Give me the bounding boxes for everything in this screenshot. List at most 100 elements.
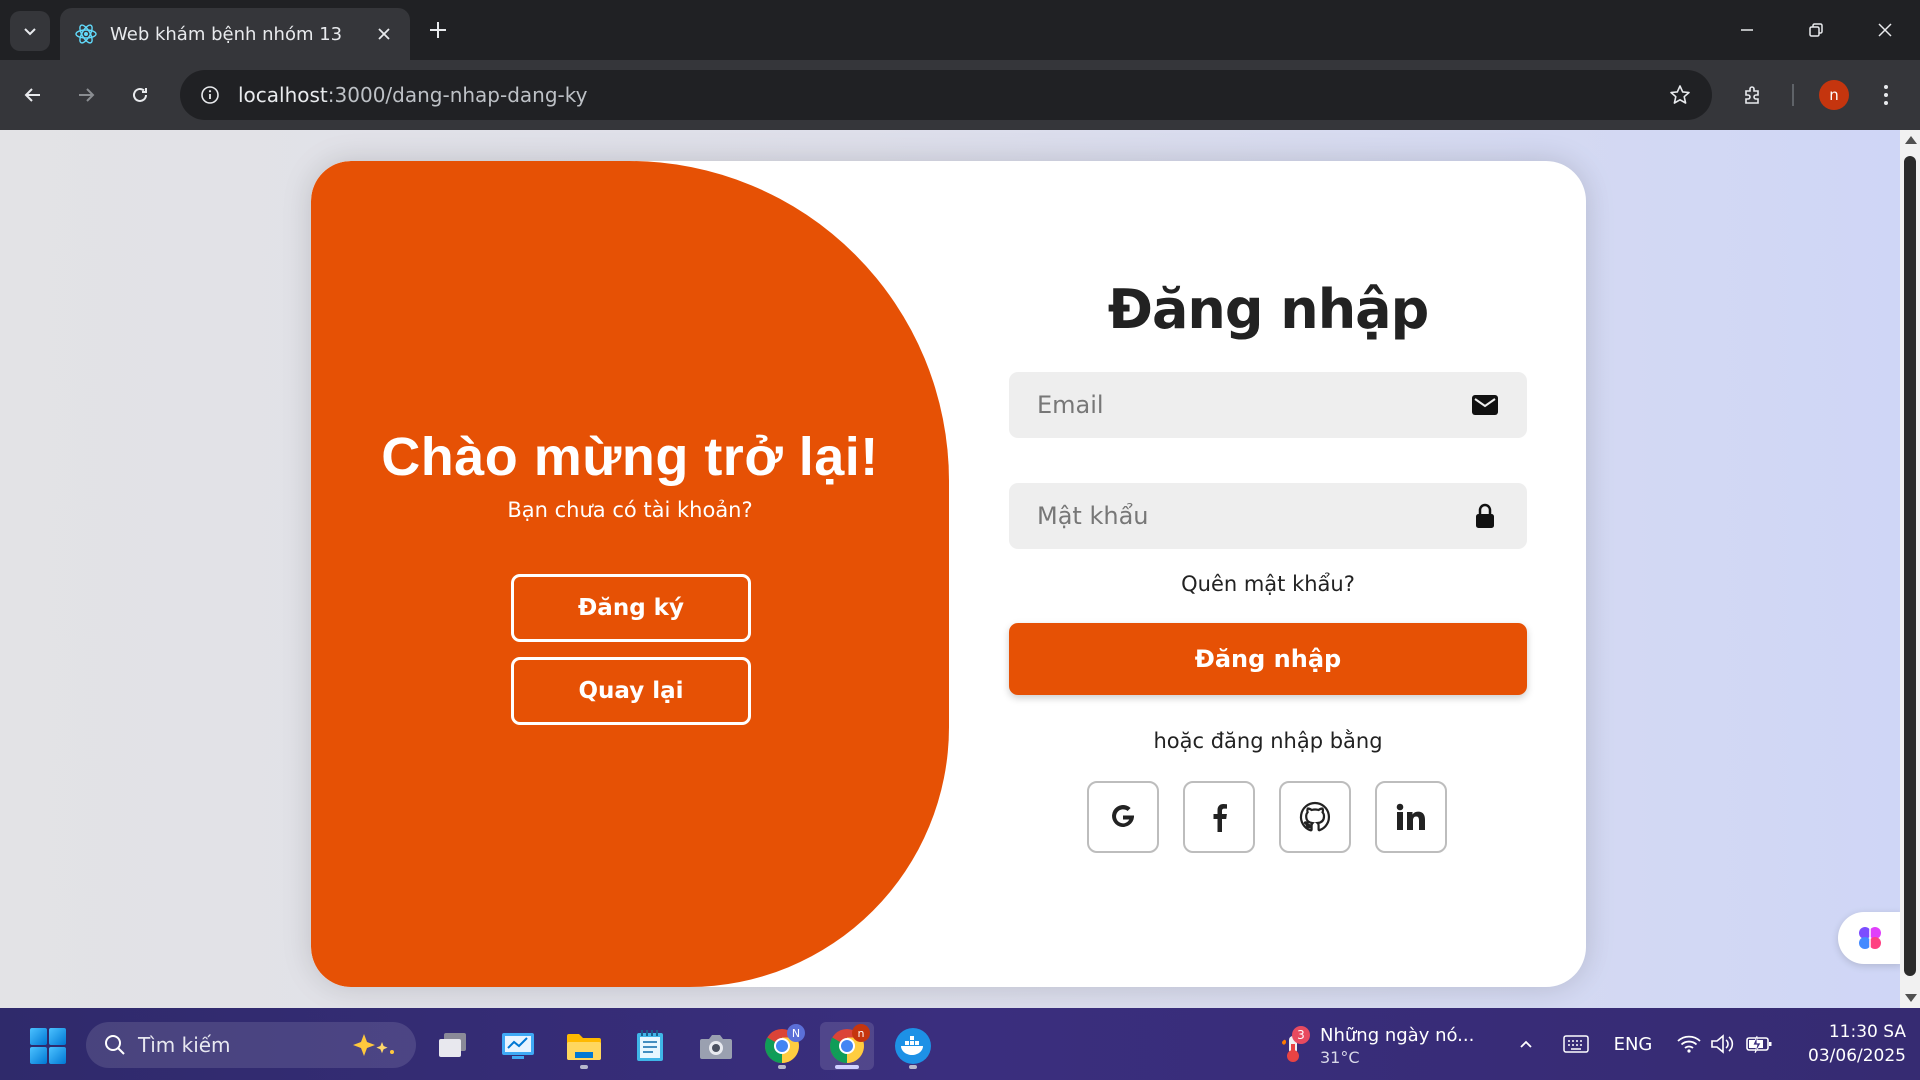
taskbar-app-file-explorer[interactable] bbox=[557, 1022, 611, 1070]
active-indicator bbox=[835, 1065, 859, 1069]
docker-icon bbox=[895, 1028, 931, 1064]
profile-avatar[interactable]: n bbox=[1819, 80, 1849, 110]
email-field[interactable] bbox=[1009, 372, 1527, 438]
volume-icon[interactable] bbox=[1708, 1030, 1736, 1058]
taskbar-app-monitor[interactable] bbox=[491, 1022, 545, 1070]
register-button[interactable]: Đăng ký bbox=[511, 574, 751, 642]
task-view-icon bbox=[439, 1033, 466, 1057]
chrome-profile-badge: N bbox=[787, 1024, 805, 1042]
browser-tab[interactable]: Web khám bệnh nhóm 13 bbox=[60, 8, 410, 60]
task-view-app[interactable] bbox=[426, 1022, 480, 1070]
more-vertical-icon bbox=[1884, 85, 1888, 105]
brain-icon bbox=[1859, 927, 1881, 949]
assistant-button[interactable] bbox=[1838, 912, 1900, 964]
google-icon bbox=[1112, 804, 1134, 827]
site-info-icon[interactable] bbox=[196, 81, 224, 109]
scroll-down-icon[interactable] bbox=[1905, 994, 1917, 1002]
taskbar-search[interactable]: Tìm kiếm bbox=[86, 1022, 416, 1068]
taskbar-app-docker[interactable] bbox=[886, 1022, 940, 1070]
close-icon bbox=[1878, 23, 1892, 37]
browser-menu-button[interactable] bbox=[1868, 77, 1904, 113]
tab-close-icon[interactable] bbox=[370, 20, 398, 48]
google-login-button[interactable] bbox=[1087, 781, 1159, 853]
search-icon bbox=[105, 1035, 125, 1055]
extensions-button[interactable] bbox=[1735, 77, 1771, 113]
address-bar[interactable]: localhost:3000/dang-nhap-dang-ky bbox=[180, 70, 1712, 120]
linkedin-login-button[interactable] bbox=[1375, 781, 1447, 853]
back-link-button[interactable]: Quay lại bbox=[511, 657, 751, 725]
copilot-sparkle-icon bbox=[353, 1034, 394, 1056]
back-button[interactable] bbox=[15, 77, 51, 113]
monitor-app-icon bbox=[502, 1033, 534, 1059]
welcome-subtext: Bạn chưa có tài khoản? bbox=[507, 498, 753, 522]
running-indicator bbox=[778, 1065, 786, 1069]
tab-title: Web khám bệnh nhóm 13 bbox=[110, 23, 343, 45]
auth-card: Chào mừng trở lại! Bạn chưa có tài khoản… bbox=[311, 161, 1586, 987]
toolbar-divider bbox=[1792, 84, 1794, 106]
show-hidden-icons-button[interactable] bbox=[1512, 1030, 1540, 1058]
keyboard-icon[interactable] bbox=[1560, 1030, 1592, 1058]
welcome-block: Chào mừng trở lại! Bạn chưa có tài khoản… bbox=[311, 426, 949, 522]
new-tab-button[interactable] bbox=[422, 14, 454, 46]
github-login-button[interactable] bbox=[1279, 781, 1351, 853]
minimize-button[interactable] bbox=[1724, 10, 1770, 50]
windows-taskbar: Tìm kiếm N n 3 Những ngày nó... 31°C ENG… bbox=[0, 1008, 1920, 1080]
running-indicator bbox=[580, 1065, 588, 1069]
taskbar-app-camera[interactable] bbox=[689, 1022, 743, 1070]
running-indicator bbox=[909, 1065, 917, 1069]
chevron-up-icon bbox=[1520, 1040, 1532, 1048]
bookmark-star-icon[interactable] bbox=[1666, 81, 1694, 109]
envelope-icon bbox=[1471, 391, 1499, 419]
password-field[interactable] bbox=[1009, 483, 1527, 549]
browser-toolbar: localhost:3000/dang-nhap-dang-ky n bbox=[0, 60, 1920, 130]
wifi-icon[interactable] bbox=[1674, 1030, 1704, 1058]
taskbar-app-chrome-1[interactable]: N bbox=[755, 1022, 809, 1070]
puzzle-icon bbox=[1745, 86, 1759, 104]
weather-widget[interactable]: 3 Những ngày nó... 31°C bbox=[1278, 1022, 1478, 1070]
reload-icon bbox=[133, 87, 147, 102]
email-input[interactable] bbox=[1037, 391, 1471, 419]
scroll-thumb[interactable] bbox=[1904, 156, 1916, 976]
scroll-up-icon[interactable] bbox=[1905, 136, 1917, 144]
arrow-left-icon bbox=[24, 88, 40, 102]
notepad-icon bbox=[637, 1030, 663, 1061]
reload-button[interactable] bbox=[122, 77, 158, 113]
url-path: :3000/dang-nhap-dang-ky bbox=[327, 83, 588, 107]
weather-text: Những ngày nó... 31°C bbox=[1320, 1025, 1474, 1067]
facebook-icon bbox=[1213, 804, 1227, 832]
lock-icon bbox=[1471, 502, 1499, 530]
plus-icon bbox=[430, 22, 446, 38]
battery-icon[interactable] bbox=[1744, 1030, 1774, 1058]
taskbar-app-notepad[interactable] bbox=[623, 1022, 677, 1070]
camera-icon bbox=[700, 1035, 732, 1059]
react-icon bbox=[74, 22, 98, 46]
clock-date: 03/06/2025 bbox=[1808, 1046, 1906, 1066]
page-viewport: Chào mừng trở lại! Bạn chưa có tài khoản… bbox=[0, 130, 1900, 1008]
chrome-profile-badge: n bbox=[852, 1024, 870, 1042]
restore-button[interactable] bbox=[1793, 10, 1839, 50]
forgot-password-link[interactable]: Quên mật khẩu? bbox=[1009, 572, 1527, 596]
folder-icon bbox=[567, 1034, 601, 1060]
taskbar-app-chrome-2[interactable]: n bbox=[820, 1022, 874, 1070]
login-title: Đăng nhập bbox=[1107, 278, 1430, 341]
welcome-heading: Chào mừng trở lại! bbox=[381, 427, 879, 487]
weather-temperature: 31°C bbox=[1320, 1048, 1360, 1067]
password-input[interactable] bbox=[1037, 502, 1471, 530]
url-host: localhost bbox=[238, 83, 328, 107]
weather-badge: 3 bbox=[1292, 1026, 1310, 1044]
search-label: Tìm kiếm bbox=[138, 1033, 231, 1057]
login-submit-button[interactable]: Đăng nhập bbox=[1009, 623, 1527, 695]
forward-button[interactable] bbox=[68, 77, 104, 113]
welcome-panel: Chào mừng trở lại! Bạn chưa có tài khoản… bbox=[311, 161, 949, 987]
minimize-icon bbox=[1741, 29, 1753, 31]
github-icon bbox=[1299, 801, 1331, 832]
weather-title: Những ngày nó... bbox=[1320, 1025, 1475, 1046]
browser-tab-bar: Web khám bệnh nhóm 13 bbox=[0, 0, 1920, 60]
windows-start-icon[interactable] bbox=[30, 1028, 66, 1064]
close-window-button[interactable] bbox=[1862, 10, 1908, 50]
system-clock[interactable]: 11:30 SA 03/06/2025 bbox=[1782, 1020, 1906, 1068]
tab-search-button[interactable] bbox=[10, 11, 50, 51]
facebook-login-button[interactable] bbox=[1183, 781, 1255, 853]
input-language[interactable]: ENG bbox=[1608, 1030, 1658, 1058]
page-scrollbar[interactable] bbox=[1900, 130, 1920, 1008]
